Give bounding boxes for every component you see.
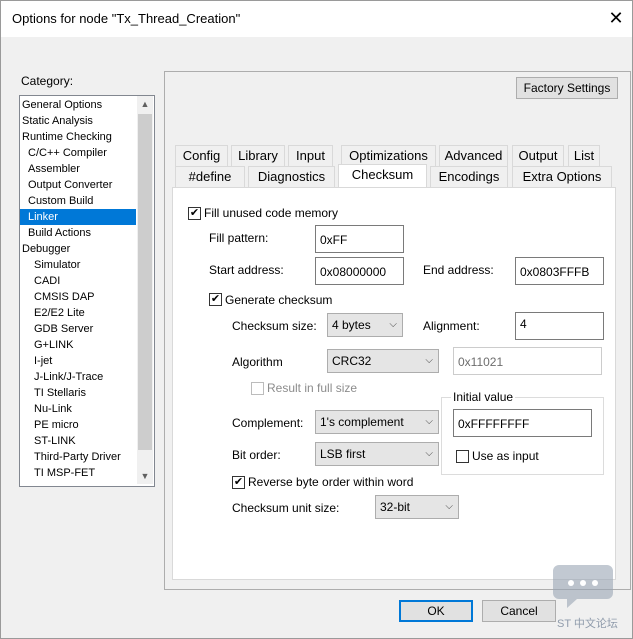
- complement-label: Complement:: [232, 416, 304, 430]
- category-item[interactable]: Linker: [20, 209, 136, 225]
- category-item[interactable]: TI Stellaris: [20, 385, 136, 401]
- complement-select[interactable]: 1's complement ⌵: [315, 410, 439, 434]
- end-address-label: End address:: [423, 263, 494, 277]
- tab-checksum[interactable]: Checksum: [338, 164, 427, 187]
- ok-button[interactable]: OK: [399, 600, 473, 622]
- tab-output[interactable]: Output: [512, 145, 564, 166]
- use-as-input-label: Use as input: [472, 449, 539, 463]
- checksum-size-label: Checksum size:: [232, 319, 317, 333]
- category-item[interactable]: Output Converter: [20, 177, 136, 193]
- category-item[interactable]: Simulator: [20, 257, 136, 273]
- use-as-input-checkbox[interactable]: [456, 450, 469, 463]
- result-full-size-label: Result in full size: [267, 381, 358, 395]
- category-item[interactable]: Debugger: [20, 241, 136, 257]
- alignment-label: Alignment:: [423, 319, 480, 333]
- checksum-unit-size-value: 32-bit: [380, 500, 411, 514]
- category-item[interactable]: Build Actions: [20, 225, 136, 241]
- options-dialog: Options for node "Tx_Thread_Creation" ✕ …: [0, 0, 633, 639]
- factory-settings-button[interactable]: Factory Settings: [516, 77, 618, 99]
- start-address-label: Start address:: [209, 263, 284, 277]
- category-item[interactable]: I-jet: [20, 353, 136, 369]
- reverse-byte-order-label: Reverse byte order within word: [248, 475, 414, 489]
- cancel-button[interactable]: Cancel: [482, 600, 556, 622]
- tab-define[interactable]: #define: [175, 166, 245, 187]
- category-item[interactable]: CADI: [20, 273, 136, 289]
- tab-optimizations[interactable]: Optimizations: [341, 145, 436, 166]
- category-item[interactable]: GDB Server: [20, 321, 136, 337]
- algorithm-label: Algorithm: [232, 355, 283, 369]
- category-item[interactable]: CMSIS DAP: [20, 289, 136, 305]
- polynomial-input: 0x11021: [453, 347, 602, 375]
- tab-encodings[interactable]: Encodings: [430, 166, 508, 187]
- watermark-text: ST 中文论坛: [557, 618, 618, 630]
- category-item[interactable]: J-Link/J-Trace: [20, 369, 136, 385]
- title-bar: Options for node "Tx_Thread_Creation" ✕: [1, 1, 632, 37]
- forum-watermark: ST 中文论坛: [553, 561, 627, 633]
- checksum-size-select[interactable]: 4 bytes ⌵: [327, 313, 403, 337]
- chevron-down-icon: ⌵: [445, 501, 453, 512]
- category-item[interactable]: Custom Build: [20, 193, 136, 209]
- category-item[interactable]: TI MSP-FET: [20, 465, 136, 481]
- fill-unused-checkbox[interactable]: ✔: [188, 207, 201, 220]
- category-list[interactable]: ▲ ▼ General Options Static Analysis Runtim…: [19, 95, 155, 487]
- generate-checksum-checkbox[interactable]: ✔: [209, 293, 222, 306]
- scroll-up-icon[interactable]: ▲: [137, 96, 153, 112]
- category-item[interactable]: ST-LINK: [20, 433, 136, 449]
- category-item[interactable]: Runtime Checking: [20, 129, 136, 145]
- tab-list[interactable]: List: [568, 145, 600, 166]
- category-item[interactable]: E2/E2 Lite: [20, 305, 136, 321]
- category-label: Category:: [21, 74, 74, 88]
- category-item[interactable]: G+LINK: [20, 337, 136, 353]
- algorithm-value: CRC32: [332, 354, 372, 368]
- start-address-input[interactable]: 0x08000000: [315, 257, 404, 285]
- chevron-down-icon: ⌵: [425, 416, 433, 427]
- algorithm-select[interactable]: CRC32 ⌵: [327, 349, 439, 373]
- category-item[interactable]: PE micro: [20, 417, 136, 433]
- chevron-down-icon: ⌵: [425, 355, 433, 366]
- chevron-down-icon: ⌵: [389, 319, 397, 330]
- tab-advanced[interactable]: Advanced: [439, 145, 508, 166]
- alignment-input[interactable]: 4: [515, 312, 604, 340]
- scroll-down-icon[interactable]: ▼: [137, 468, 153, 484]
- fill-pattern-input[interactable]: 0xFF: [315, 225, 404, 253]
- generate-checksum-label: Generate checksum: [225, 293, 333, 307]
- complement-value: 1's complement: [320, 415, 404, 429]
- fill-pattern-label: Fill pattern:: [209, 231, 269, 245]
- end-address-input[interactable]: 0x0803FFFB: [515, 257, 604, 285]
- tab-library[interactable]: Library: [231, 145, 285, 166]
- checksum-size-value: 4 bytes: [332, 318, 371, 332]
- chevron-down-icon: ⌵: [425, 448, 433, 459]
- checksum-unit-size-label: Checksum unit size:: [232, 501, 340, 515]
- scroll-thumb[interactable]: [138, 114, 152, 450]
- category-item[interactable]: Static Analysis: [20, 113, 136, 129]
- bit-order-label: Bit order:: [232, 448, 281, 462]
- initial-value-label: Initial value: [451, 390, 516, 404]
- tab-input[interactable]: Input: [288, 145, 333, 166]
- close-icon[interactable]: ✕: [604, 6, 628, 30]
- initial-value-input[interactable]: 0xFFFFFFFF: [453, 409, 592, 437]
- category-item[interactable]: Third-Party Driver: [20, 449, 136, 465]
- tab-extra-options[interactable]: Extra Options: [512, 166, 612, 187]
- reverse-byte-order-checkbox[interactable]: ✔: [232, 476, 245, 489]
- tab-config[interactable]: Config: [175, 145, 228, 166]
- category-item[interactable]: General Options: [20, 97, 136, 113]
- category-item[interactable]: C/C++ Compiler: [20, 145, 136, 161]
- fill-unused-label: Fill unused code memory: [204, 206, 339, 220]
- result-full-size-checkbox: [251, 382, 264, 395]
- chat-bubble-icon: [553, 565, 613, 608]
- category-item[interactable]: Nu-Link: [20, 401, 136, 417]
- checksum-unit-size-select[interactable]: 32-bit ⌵: [375, 495, 459, 519]
- bit-order-select[interactable]: LSB first ⌵: [315, 442, 439, 466]
- category-scrollbar[interactable]: ▲ ▼: [137, 96, 153, 484]
- bit-order-value: LSB first: [320, 447, 366, 461]
- dialog-title: Options for node "Tx_Thread_Creation": [12, 11, 241, 26]
- tab-diagnostics[interactable]: Diagnostics: [248, 166, 335, 187]
- category-item[interactable]: Assembler: [20, 161, 136, 177]
